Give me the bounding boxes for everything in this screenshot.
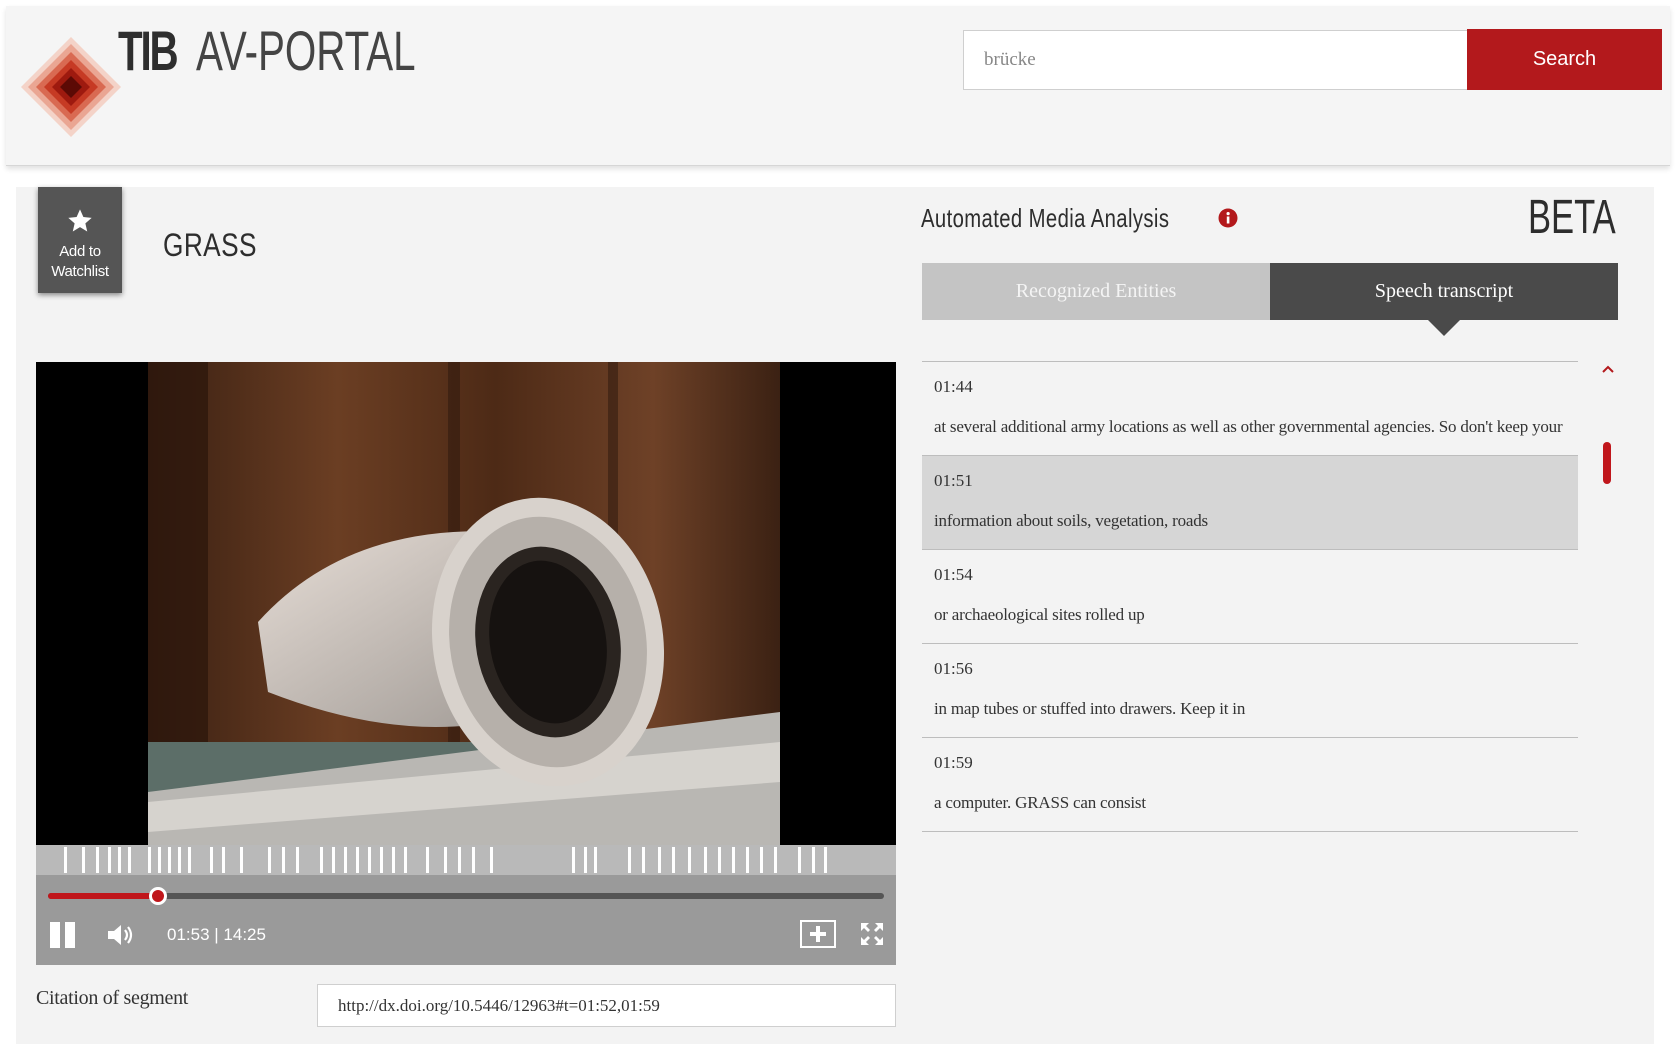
- brand-portal: AV-PORTAL: [196, 19, 416, 82]
- transcript-time: 01:54: [934, 565, 973, 584]
- brand-wordmark[interactable]: TIB AV-PORTAL: [118, 18, 501, 82]
- scrollbar-thumb[interactable]: [1603, 442, 1611, 484]
- transcript-list[interactable]: 01:44 at several additional army location…: [922, 361, 1578, 857]
- page-title: GRASS: [163, 227, 257, 263]
- beta-badge: BETA: [1528, 191, 1616, 244]
- tab-recognized-entities[interactable]: Recognized Entities: [922, 263, 1270, 320]
- watchlist-label-line2: Watchlist: [51, 263, 109, 280]
- video-player[interactable]: [36, 362, 896, 845]
- transcript-text: a computer. GRASS can consist: [934, 793, 1146, 812]
- add-clip-icon: [810, 926, 826, 942]
- transcript-row[interactable]: 01:56 in map tubes or stuffed into drawer…: [922, 644, 1578, 738]
- site-header: TIB AV-PORTAL Search: [6, 6, 1670, 166]
- time-display: 01:53 | 14:25: [167, 925, 266, 945]
- tib-logo[interactable]: [16, 32, 126, 142]
- chevron-up-icon[interactable]: [1600, 361, 1616, 377]
- fullscreen-icon[interactable]: [859, 921, 885, 947]
- progress-fill: [48, 893, 158, 899]
- transcript-time: 01:44: [934, 377, 973, 396]
- watchlist-label: Add to Watchlist: [38, 242, 122, 282]
- transcript-row[interactable]: 01:51 information about soils, vegetation…: [922, 456, 1578, 550]
- video-frame-image: [148, 362, 780, 845]
- pause-icon: [50, 922, 60, 948]
- active-tab-pointer: [1428, 320, 1460, 336]
- tab-speech-transcript[interactable]: Speech transcript: [1270, 263, 1618, 320]
- search-button[interactable]: Search: [1467, 29, 1662, 90]
- time-current: 01:53: [167, 925, 210, 944]
- segment-ticks: [64, 847, 827, 873]
- transcript-time: 01:51: [934, 471, 973, 490]
- volume-icon[interactable]: [106, 921, 138, 949]
- transcript-row[interactable]: 01:54 or archaeological sites rolled up: [922, 550, 1578, 644]
- player-controls: 01:53 | 14:25: [36, 875, 896, 965]
- citation-field[interactable]: [317, 984, 896, 1027]
- watchlist-label-line1: Add to: [59, 243, 101, 260]
- progress-track[interactable]: [48, 893, 884, 899]
- star-icon: [68, 209, 92, 232]
- pause-button[interactable]: [48, 920, 78, 950]
- info-icon[interactable]: [1218, 208, 1238, 228]
- transcript-text: or archaeological sites rolled up: [934, 605, 1145, 624]
- segment-markers[interactable]: [36, 845, 896, 875]
- transcript-text: in map tubes or stuffed into drawers. Ke…: [934, 699, 1246, 718]
- progress-handle[interactable]: [148, 887, 167, 905]
- transcript-time: 01:59: [934, 753, 973, 772]
- search-input[interactable]: [963, 30, 1469, 90]
- transcript-row[interactable]: 01:59 a computer. GRASS can consist: [922, 738, 1578, 832]
- brand-tib: TIB: [118, 19, 179, 82]
- transcript-row[interactable]: 01:44 at several additional army location…: [922, 362, 1578, 456]
- time-separator: |: [209, 925, 224, 944]
- time-total: 14:25: [223, 925, 266, 944]
- transcript-text: at several additional army locations as …: [934, 417, 1563, 436]
- transcript-time: 01:56: [934, 659, 973, 678]
- add-to-watchlist-button[interactable]: Add to Watchlist: [38, 187, 122, 293]
- pause-icon-bar: [65, 922, 75, 948]
- citation-label: Citation of segment: [36, 987, 189, 1009]
- transcript-text: information about soils, vegetation, roa…: [934, 511, 1208, 530]
- analysis-title: Automated Media Analysis: [921, 203, 1170, 233]
- add-clip-button[interactable]: [800, 920, 836, 948]
